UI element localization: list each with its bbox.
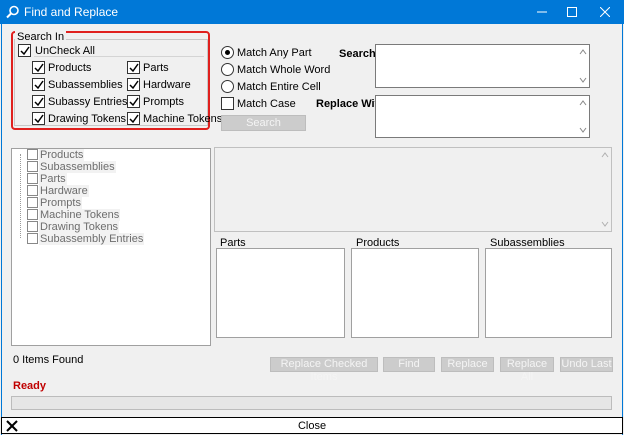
hardware-label: Hardware [143,79,191,91]
undo-last-button[interactable]: Undo Last [560,357,613,372]
subassemblies-panel[interactable] [485,248,612,338]
close-bar[interactable]: Close [1,417,623,434]
checkmark-icon [34,63,44,73]
subassemblies-label: Subassemblies [48,79,123,91]
match-entire-cell-radio[interactable] [221,80,234,93]
tree-checkbox-drawing-tokens[interactable] [27,221,38,232]
uncheck-divider [34,56,204,57]
tree-checkbox-subassemblies[interactable] [27,161,38,172]
match-any-part-label: Match Any Part [237,47,312,59]
scroll-down-icon[interactable] [601,220,609,228]
tree-checkbox-parts[interactable] [27,173,38,184]
scroll-up-icon[interactable] [579,48,587,56]
checkmark-icon [34,114,44,124]
drawing-tokens-checkbox[interactable] [32,112,45,125]
match-case-checkbox[interactable] [221,97,234,110]
checkmark-icon [129,63,139,73]
checkmark-icon [129,114,139,124]
products-panel[interactable] [351,248,479,338]
tree-item-hardware[interactable]: Hardware [39,185,89,197]
match-entire-cell-label: Match Entire Cell [237,81,321,93]
find-button[interactable]: Find [383,357,435,372]
window-title: Find and Replace [24,5,119,19]
tree-item-products[interactable]: Products [39,149,85,161]
checkmark-icon [34,80,44,90]
parts-panel[interactable] [216,248,345,338]
search-textbox[interactable] [375,44,590,88]
status-text: Ready [13,380,47,392]
match-whole-word-label: Match Whole Word [237,64,331,76]
replace-all-button[interactable]: Replace All [500,357,554,383]
prompts-label: Prompts [143,96,184,108]
checkmark-icon [129,80,139,90]
items-found-count: 0 Items Found [13,354,84,366]
subassemblies-checkbox[interactable] [32,78,45,91]
tree-checkbox-prompts[interactable] [27,197,38,208]
tree-item-subassemblies[interactable]: Subassemblies [39,161,116,173]
prompts-checkbox[interactable] [127,95,140,108]
tree-checkbox-hardware[interactable] [27,185,38,196]
drawing-tokens-label: Drawing Tokens [48,113,127,125]
search-in-legend: Search In [15,31,67,43]
close-icon [599,6,611,18]
tree-item-machine-tokens[interactable]: Machine Tokens [39,209,121,221]
tree-checkbox-products[interactable] [27,149,38,160]
close-button-label: Close [297,420,327,432]
uncheck-all-checkbox[interactable] [18,44,31,57]
minimize-button[interactable] [527,0,557,24]
checkmark-icon [129,97,139,107]
checkmark-icon [34,97,44,107]
products-checkbox[interactable] [32,61,45,74]
close-window-button[interactable] [590,0,620,24]
subassy-entries-label: Subassy Entries [48,96,128,108]
tree-connector [20,154,21,238]
tree-checkbox-subassembly-entries[interactable] [27,233,38,244]
tree-item-subassembly-entries[interactable]: Subassembly Entries [39,233,145,245]
replace-textbox[interactable] [375,95,590,138]
products-label: Products [48,62,92,74]
checkmark-icon [20,46,30,56]
parts-checkbox[interactable] [127,61,140,74]
title-bar: Find and Replace [0,0,624,24]
tree-item-parts[interactable]: Parts [39,173,67,185]
tree-item-prompts[interactable]: Prompts [39,197,82,209]
machine-tokens-checkbox[interactable] [127,112,140,125]
search-button[interactable]: Search [221,115,306,131]
scroll-down-icon[interactable] [579,76,587,84]
progress-bar [11,396,612,410]
scroll-up-icon[interactable] [601,151,609,159]
minimize-icon [537,11,547,13]
replace-checked-button[interactable]: Replace Checked Items [270,357,378,383]
preview-area[interactable] [214,147,612,232]
parts-label: Parts [143,62,169,74]
scroll-up-icon[interactable] [579,99,587,107]
match-whole-word-radio[interactable] [221,63,234,76]
replace-button[interactable]: Replace [441,357,494,372]
search-label: Search: [339,48,380,60]
tree-item-drawing-tokens[interactable]: Drawing Tokens [39,221,120,233]
hardware-checkbox[interactable] [127,78,140,91]
search-icon [6,5,19,19]
match-case-label: Match Case [237,98,296,110]
scroll-down-icon[interactable] [579,126,587,134]
subassy-entries-checkbox[interactable] [32,95,45,108]
maximize-icon [567,7,577,17]
tree-checkbox-machine-tokens[interactable] [27,209,38,220]
maximize-button[interactable] [557,0,587,24]
match-any-part-radio[interactable] [221,46,234,59]
machine-tokens-label: Machine Tokens [143,113,223,125]
